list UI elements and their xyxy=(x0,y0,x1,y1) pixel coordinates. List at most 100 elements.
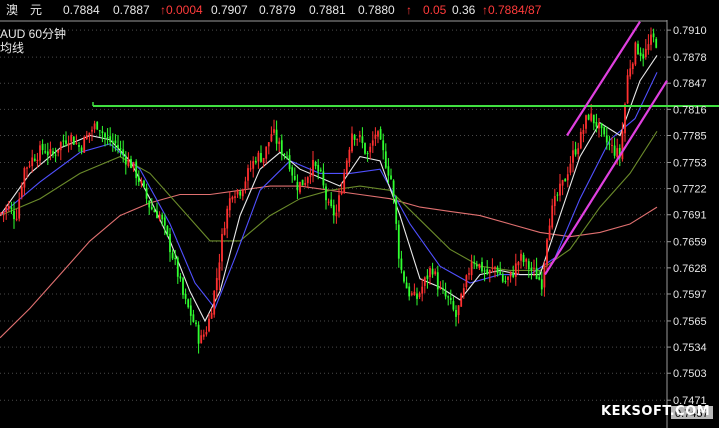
tick-label: 0.7597 xyxy=(673,289,707,301)
candle-body xyxy=(26,167,28,169)
candle-body xyxy=(166,225,169,235)
tick-label: 0.7565 xyxy=(673,316,707,328)
candle-body xyxy=(416,293,418,299)
candle-body xyxy=(527,261,530,270)
candle-body xyxy=(195,322,197,325)
candle-body xyxy=(46,151,49,156)
candle-body xyxy=(644,48,647,58)
candle-body xyxy=(306,177,309,184)
candle-body xyxy=(465,275,468,288)
candle-body xyxy=(592,114,595,124)
candle-body xyxy=(114,140,117,144)
candle-body xyxy=(319,169,322,171)
candle-body xyxy=(377,131,379,137)
candle-body xyxy=(257,152,260,162)
price-chart[interactable]: 0.7910 0.7878 0.7847 0.7816 0.7785 0.7753 0.77… xyxy=(0,20,719,428)
candle-body xyxy=(561,180,564,186)
candle-body xyxy=(221,234,223,262)
candle-body xyxy=(598,122,600,129)
candle-body xyxy=(387,166,390,176)
candle-body xyxy=(262,157,265,163)
candle-body xyxy=(88,132,91,136)
candle-body xyxy=(270,134,273,142)
candle-body xyxy=(111,141,114,143)
candle-body xyxy=(7,206,10,210)
candle-body xyxy=(299,181,301,193)
candle-body xyxy=(267,142,270,147)
candle-body xyxy=(70,134,73,142)
candle-body xyxy=(608,143,611,145)
candle-body xyxy=(501,274,504,282)
candle-body xyxy=(223,227,226,235)
candle-body xyxy=(325,186,327,201)
candle-body xyxy=(460,293,463,307)
candle-body xyxy=(78,144,80,147)
candle-body xyxy=(655,38,658,48)
candle-body xyxy=(366,152,369,154)
candle-body xyxy=(488,269,491,274)
candle-body xyxy=(600,123,603,129)
quote-change: ↑0.0004 xyxy=(160,3,203,17)
candle-body xyxy=(236,189,239,195)
candle-body xyxy=(197,324,200,344)
candle-body xyxy=(403,271,405,282)
tick-label: 0.7628 xyxy=(673,263,707,275)
candle-body xyxy=(15,218,18,220)
candle-body xyxy=(405,282,408,289)
candle-body xyxy=(104,133,106,138)
candle-body xyxy=(421,286,424,294)
candle-body xyxy=(244,181,247,189)
candle-body xyxy=(59,142,62,151)
candle-body xyxy=(36,159,39,162)
candle-body xyxy=(96,121,99,130)
candle-body xyxy=(239,191,242,196)
candle-body xyxy=(192,314,195,322)
tick-label: 0.7847 xyxy=(673,78,707,90)
candle-body xyxy=(652,33,655,38)
candle-body xyxy=(423,277,426,286)
candle-body xyxy=(161,214,164,220)
candle-body xyxy=(595,121,598,127)
candle-body xyxy=(228,198,231,211)
candle-body xyxy=(57,149,60,153)
candle-body xyxy=(431,268,434,275)
tick-label: 0.7878 xyxy=(673,52,707,64)
quote-vol-arrow: ↑ xyxy=(406,3,412,17)
candle-body xyxy=(566,174,569,181)
candle-body xyxy=(41,143,44,151)
candle-body xyxy=(200,335,203,344)
candle-body xyxy=(369,146,372,153)
candle-body xyxy=(210,312,213,319)
candle-body xyxy=(39,145,41,161)
candle-body xyxy=(520,253,522,261)
candle-body xyxy=(85,135,88,139)
candle-body xyxy=(44,151,47,153)
tick-label: 0.7691 xyxy=(673,210,707,222)
candle-body xyxy=(288,155,291,170)
candle-body xyxy=(260,152,262,162)
candle-body xyxy=(23,168,26,188)
candle-body xyxy=(109,136,112,143)
candle-body xyxy=(538,277,541,280)
candle-body xyxy=(13,211,15,220)
candle-body xyxy=(231,196,234,200)
candle-body xyxy=(540,279,543,290)
candle-body xyxy=(91,129,93,132)
candle-body xyxy=(590,113,593,121)
candle-body xyxy=(117,144,119,148)
candle-body xyxy=(33,158,36,161)
candle-body xyxy=(507,276,509,281)
candle-body xyxy=(439,288,442,290)
candle-body xyxy=(247,168,249,181)
candle-body xyxy=(301,179,304,186)
candle-body xyxy=(499,271,502,275)
candle-body xyxy=(62,140,65,142)
candle-body xyxy=(304,183,307,186)
candle-body xyxy=(317,164,320,172)
candle-body xyxy=(163,217,166,226)
candle-body xyxy=(75,143,78,145)
candle-body xyxy=(31,157,34,167)
candle-body xyxy=(189,305,192,316)
candle-body xyxy=(83,137,86,153)
candle-body xyxy=(356,139,359,141)
